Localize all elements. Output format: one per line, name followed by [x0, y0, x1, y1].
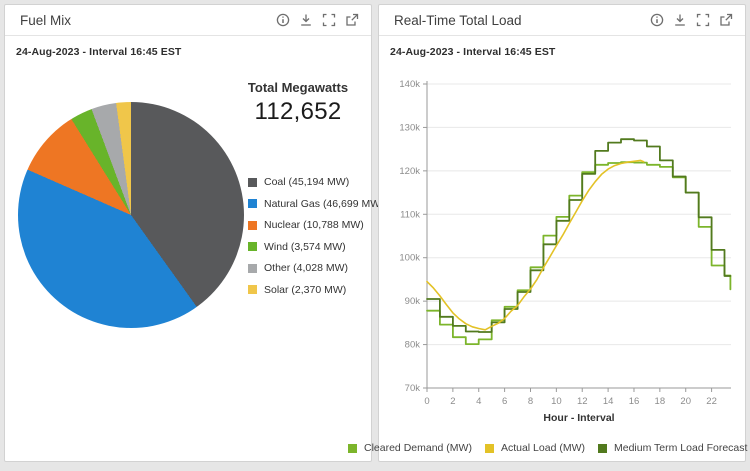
info-icon[interactable]	[650, 13, 664, 27]
legend-item[interactable]: Wind (3,574 MW)	[248, 241, 384, 253]
fuel-mix-pie-chart[interactable]	[18, 102, 244, 328]
legend-label: Actual Load (MW)	[501, 442, 585, 454]
total-load-line-chart[interactable]: 70k 80k 90k 100k 110k 120k 130k 140k 0 2 4 6 8 10 12 14…	[389, 68, 736, 431]
legend-item[interactable]: Nuclear (10,788 MW)	[248, 219, 384, 231]
popout-icon[interactable]	[719, 13, 733, 27]
popout-icon[interactable]	[345, 13, 359, 27]
svg-text:22: 22	[706, 396, 717, 407]
interval-timestamp: 24-Aug-2023 - Interval 16:45 EST	[16, 46, 181, 58]
svg-text:110k: 110k	[400, 209, 420, 220]
total-load-toolbar	[650, 13, 733, 27]
fuel-mix-toolbar	[276, 13, 359, 27]
legend-item[interactable]: Other (4,028 MW)	[248, 262, 384, 274]
legend-swatch	[248, 178, 257, 187]
dashboard: Fuel Mix 24-Aug-2023 - Interval 16:45 ES…	[0, 0, 750, 466]
fuel-mix-body: 24-Aug-2023 - Interval 16:45 EST Total M…	[5, 36, 371, 462]
svg-text:120k: 120k	[399, 166, 420, 177]
legend-label: Other (4,028 MW)	[264, 262, 348, 274]
svg-text:80k: 80k	[405, 340, 421, 351]
legend-item[interactable]: Coal (45,194 MW)	[248, 176, 384, 188]
legend-item[interactable]: Solar (2,370 MW)	[248, 284, 384, 296]
total-megawatts-block: Total Megawatts 112,652	[233, 80, 363, 126]
svg-text:140k: 140k	[399, 79, 420, 90]
legend-swatch	[248, 285, 257, 294]
legend-swatch	[248, 242, 257, 251]
svg-text:10: 10	[551, 396, 562, 407]
legend-swatch	[348, 444, 357, 453]
total-megawatts-label: Total Megawatts	[233, 80, 363, 95]
legend-swatch	[598, 444, 607, 453]
svg-text:130k: 130k	[399, 122, 420, 133]
total-load-body: 24-Aug-2023 - Interval 16:45 EST 70k 80k 9…	[379, 36, 745, 462]
legend-swatch	[248, 264, 257, 273]
svg-text:4: 4	[476, 396, 481, 407]
svg-text:12: 12	[577, 396, 588, 407]
svg-text:16: 16	[629, 396, 640, 407]
svg-text:Hour - Interval: Hour - Interval	[543, 412, 614, 424]
svg-text:70k: 70k	[405, 383, 421, 394]
legend-item[interactable]: Cleared Demand (MW)	[348, 442, 472, 454]
svg-text:6: 6	[502, 396, 507, 407]
svg-text:8: 8	[528, 396, 533, 407]
legend-label: Cleared Demand (MW)	[364, 442, 472, 454]
total-load-legend: Cleared Demand (MW)Actual Load (MW)Mediu…	[379, 442, 745, 454]
svg-text:2: 2	[450, 396, 455, 407]
legend-label: Wind (3,574 MW)	[264, 241, 346, 253]
total-load-panel: Real-Time Total Load 24-Aug-2023 - Inter…	[378, 4, 746, 462]
panel-title: Real-Time Total Load	[394, 13, 522, 28]
total-megawatts-value: 112,652	[233, 98, 363, 126]
legend-label: Nuclear (10,788 MW)	[264, 219, 364, 231]
legend-item[interactable]: Actual Load (MW)	[485, 442, 585, 454]
panel-title: Fuel Mix	[20, 13, 71, 28]
info-icon[interactable]	[276, 13, 290, 27]
svg-text:0: 0	[424, 396, 429, 407]
legend-swatch	[485, 444, 494, 453]
svg-text:18: 18	[655, 396, 666, 407]
fuel-mix-header: Fuel Mix	[5, 5, 371, 36]
legend-swatch	[248, 199, 257, 208]
legend-label: Natural Gas (46,699 MW)	[264, 198, 384, 210]
svg-text:14: 14	[603, 396, 614, 407]
legend-label: Coal (45,194 MW)	[264, 176, 349, 188]
interval-timestamp: 24-Aug-2023 - Interval 16:45 EST	[390, 46, 555, 58]
total-load-header: Real-Time Total Load	[379, 5, 745, 36]
fullscreen-icon[interactable]	[696, 13, 710, 27]
svg-text:100k: 100k	[399, 253, 420, 264]
download-icon[interactable]	[299, 13, 313, 27]
legend-label: Medium Term Load Forecast (MW)	[614, 442, 750, 454]
download-icon[interactable]	[673, 13, 687, 27]
legend-item[interactable]: Medium Term Load Forecast (MW)	[598, 442, 750, 454]
svg-text:90k: 90k	[405, 296, 421, 307]
legend-label: Solar (2,370 MW)	[264, 284, 346, 296]
legend-swatch	[248, 221, 257, 230]
series-actual-load-mw	[427, 160, 644, 329]
fuel-mix-panel: Fuel Mix 24-Aug-2023 - Interval 16:45 ES…	[4, 4, 372, 462]
svg-text:20: 20	[680, 396, 691, 407]
fullscreen-icon[interactable]	[322, 13, 336, 27]
legend-item[interactable]: Natural Gas (46,699 MW)	[248, 198, 384, 210]
fuel-mix-legend: Coal (45,194 MW) Natural Gas (46,699 MW) N…	[248, 176, 384, 305]
series-medium-term-load-forecast-mw	[427, 139, 730, 332]
